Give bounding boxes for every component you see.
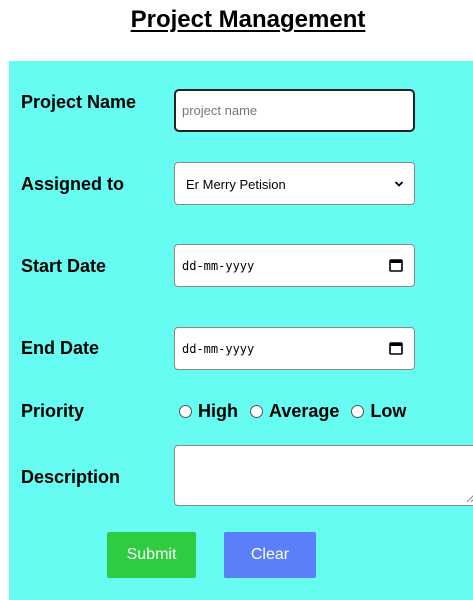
resize-grip-icon[interactable] xyxy=(465,493,473,503)
project-name-input[interactable] xyxy=(174,89,415,132)
priority-option-label: Average xyxy=(269,401,340,421)
start-date-input[interactable]: dd-mm-yyyy xyxy=(174,244,415,287)
radio-button[interactable] xyxy=(351,405,365,418)
priority-option-label: High xyxy=(198,401,238,421)
end-date-value: dd-mm-yyyy xyxy=(182,342,255,356)
priority-option-low[interactable]: Low xyxy=(351,401,406,422)
priority-option-high[interactable]: High xyxy=(179,401,238,422)
assigned-to-label: Assigned to xyxy=(21,174,125,194)
description-label: Description xyxy=(21,467,121,487)
priority-label: Priority xyxy=(21,401,85,421)
description-textarea[interactable] xyxy=(174,445,473,506)
chevron-down-icon xyxy=(394,181,404,187)
clear-button[interactable]: Clear xyxy=(224,532,316,578)
priority-option-label: Low xyxy=(370,401,407,421)
page-title: Project Management xyxy=(130,6,366,33)
submit-button[interactable]: Submit xyxy=(107,532,196,578)
radio-button[interactable] xyxy=(250,405,263,418)
assigned-to-select[interactable]: Er Merry Petision xyxy=(174,162,415,205)
calendar-icon[interactable] xyxy=(389,341,403,355)
assigned-to-value: Er Merry Petision xyxy=(186,177,286,192)
start-date-value: dd-mm-yyyy xyxy=(182,259,255,273)
page: Project Management Project Name Assigned… xyxy=(0,0,473,600)
priority-radio-group: High Average Low xyxy=(179,401,418,422)
end-date-label: End Date xyxy=(21,338,100,358)
radio-button[interactable] xyxy=(179,405,192,418)
project-name-label: Project Name xyxy=(21,92,137,112)
calendar-icon[interactable] xyxy=(389,258,403,272)
end-date-input[interactable]: dd-mm-yyyy xyxy=(174,327,415,370)
start-date-label: Start Date xyxy=(21,256,107,276)
priority-option-average[interactable]: Average xyxy=(250,401,339,422)
